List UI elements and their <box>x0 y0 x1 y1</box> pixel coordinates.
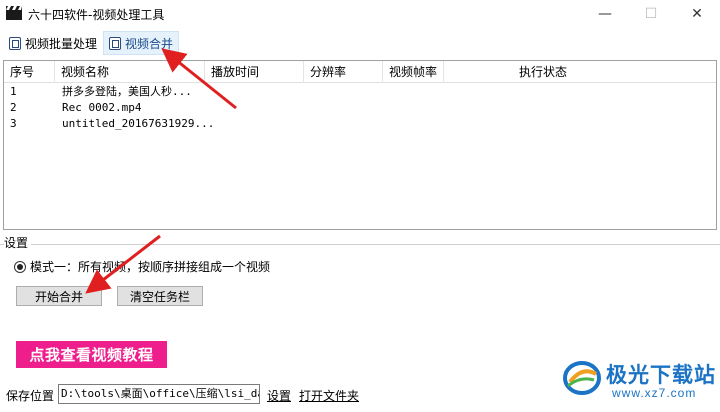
table-row[interactable]: 2 Rec 0002.mp4 <box>4 100 716 116</box>
tab-label: 视频合并 <box>125 36 174 51</box>
video-list[interactable]: 序号 视频名称 播放时间 分辨率 视频帧率 执行状态 1 拼多多登陆，美国人秒.… <box>3 60 717 230</box>
watermark-text: 极光下载站 <box>606 363 716 387</box>
document-icon <box>109 36 121 50</box>
tab-bar: 视频批量处理 视频合并 <box>0 28 720 58</box>
column-header-status[interactable]: 执行状态 <box>444 61 716 83</box>
settings-group-label: 设置 <box>4 234 32 251</box>
clear-tasks-button[interactable]: 清空任务栏 <box>117 286 203 306</box>
title-bar: 六十四软件-视频处理工具 — ☐ ✕ <box>0 0 720 28</box>
radio-button[interactable] <box>14 260 26 273</box>
row-video-name: Rec 0002.mp4 <box>62 101 142 114</box>
window-title: 六十四软件-视频处理工具 <box>28 8 165 22</box>
radio-selected-dot <box>17 263 23 270</box>
settings-link[interactable]: 设置 <box>267 387 291 404</box>
column-header-resolution[interactable]: 分辨率 <box>304 61 383 83</box>
video-tutorial-button[interactable]: 点我查看视频教程 <box>16 341 167 368</box>
tab-label: 视频批量处理 <box>25 36 98 51</box>
row-video-name: 拼多多登陆，美国人秒... <box>62 85 192 98</box>
clapperboard-icon <box>6 6 22 20</box>
mode-one-option[interactable]: 模式一：所有视频，按顺序拼接组成一个视频 <box>14 258 270 275</box>
save-path-field[interactable]: D:\tools\桌面\office\压缩\lsi_data <box>58 384 260 404</box>
column-header-framerate[interactable]: 视频帧率 <box>383 61 444 83</box>
tab-batch-process[interactable]: 视频批量处理 <box>4 31 102 55</box>
close-button[interactable]: ✕ <box>674 0 720 28</box>
open-folder-link[interactable]: 打开文件夹 <box>299 387 359 404</box>
column-header-duration[interactable]: 播放时间 <box>205 61 304 83</box>
list-header: 序号 视频名称 播放时间 分辨率 视频帧率 执行状态 <box>4 61 716 83</box>
mode-one-label: 模式一：所有视频，按顺序拼接组成一个视频 <box>30 260 271 274</box>
row-index: 1 <box>10 85 17 98</box>
document-icon <box>9 36 21 50</box>
settings-divider <box>0 244 720 245</box>
start-merge-button[interactable]: 开始合并 <box>16 286 102 306</box>
row-index: 3 <box>10 117 17 130</box>
table-row[interactable]: 3 untitled_20167631929... <box>4 116 716 132</box>
minimize-button[interactable]: — <box>582 0 628 28</box>
row-index: 2 <box>10 101 17 114</box>
save-location-label: 保存位置 <box>6 389 55 403</box>
watermark-url: www.xz7.com <box>612 386 697 400</box>
column-header-index[interactable]: 序号 <box>4 61 55 83</box>
maximize-button[interactable]: ☐ <box>628 0 674 28</box>
tab-video-merge[interactable]: 视频合并 <box>103 31 180 55</box>
table-row[interactable]: 1 拼多多登陆，美国人秒... <box>4 84 716 100</box>
row-video-name: untitled_20167631929... <box>62 117 215 130</box>
column-header-name[interactable]: 视频名称 <box>55 61 205 83</box>
